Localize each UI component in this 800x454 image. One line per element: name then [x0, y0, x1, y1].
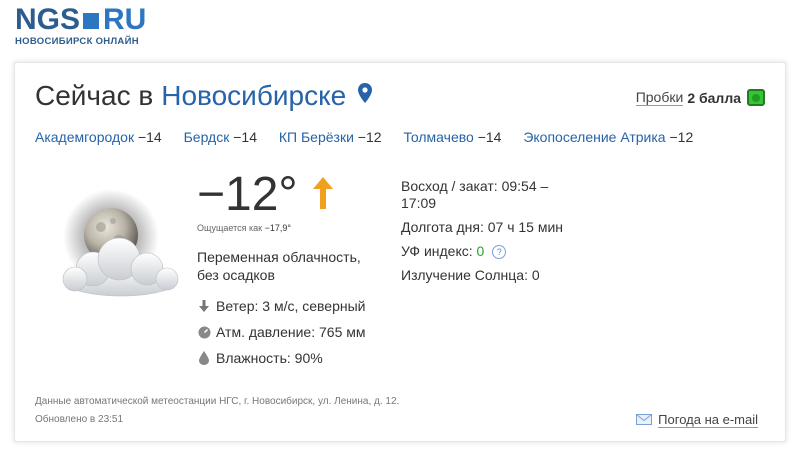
nearby-temp: −14	[137, 129, 162, 145]
email-link[interactable]: Погода на e-mail	[658, 412, 758, 428]
site-logo[interactable]: NGS RU НОВОСИБИРСК ОНЛАЙН	[15, 5, 146, 48]
nearby-list: Академгородок −14 Бердск −14 КП Берёзки …	[35, 129, 711, 145]
solar-radiation: Излучение Солнца: 0	[401, 267, 540, 283]
uv-index-row: УФ индекс: 0 ?	[401, 243, 571, 260]
title-prefix: Сейчас в	[35, 80, 154, 111]
traffic-score: 2 балла	[687, 89, 741, 106]
uv-value: 0	[476, 243, 485, 259]
nearby-item[interactable]: КП Берёзки −12	[279, 129, 382, 145]
nearby-name[interactable]: КП Берёзки	[279, 129, 354, 145]
nearby-name[interactable]: Бердск	[184, 129, 230, 145]
pressure-text: Атм. давление: 765 мм	[216, 324, 366, 340]
logo-tld: RU	[103, 3, 147, 36]
nearby-temp: −12	[669, 129, 694, 145]
current-temperature: −12°	[197, 167, 334, 223]
nearby-item[interactable]: Экопоселение Атрика −12	[523, 129, 693, 145]
moon-cloud-icon	[41, 189, 191, 309]
nearby-name[interactable]: Академгородок	[35, 129, 134, 145]
feels-label: Ощущается как	[197, 223, 263, 233]
traffic-widget[interactable]: Пробки 2 балла	[635, 89, 765, 106]
wind-text: Ветер: 3 м/с, северный	[216, 298, 366, 314]
help-icon[interactable]: ?	[492, 245, 507, 259]
wind-row: Ветер: 3 м/с, северный	[197, 293, 366, 319]
uv-label: УФ индекс:	[401, 243, 473, 259]
logo-square-icon	[83, 13, 100, 29]
arrow-up-icon	[312, 167, 334, 223]
mail-icon	[636, 413, 653, 428]
feels-value: −17,9°	[264, 223, 291, 233]
updated-time: Обновлено в 23:51	[35, 414, 124, 425]
humidity-row: Влажность: 90%	[197, 345, 366, 371]
logo-brand: NGS	[15, 3, 81, 36]
map-pin-icon[interactable]	[358, 78, 373, 110]
nearby-item[interactable]: Академгородок −14	[35, 129, 162, 145]
page-title: Сейчас в Новосибирске	[35, 78, 373, 112]
weather-details: Ветер: 3 м/с, северный Атм. давление: 76…	[197, 293, 366, 371]
day-length: Долгота дня: 07 ч 15 мин	[401, 219, 564, 235]
sunrise-sunset: Восход / закат: 09:54 – 17:09	[401, 178, 549, 211]
nearby-temp: −14	[477, 129, 502, 145]
gauge-icon	[197, 325, 211, 339]
drop-icon	[197, 351, 211, 365]
traffic-light-icon	[747, 89, 765, 106]
logo-mark: NGS RU	[15, 5, 146, 35]
city-link[interactable]: Новосибирске	[161, 80, 346, 112]
weather-description: Переменная облачность, без осадков	[197, 249, 361, 283]
feels-like: Ощущается как −17,9°	[197, 223, 291, 233]
arrow-down-icon	[197, 299, 211, 313]
weather-card: Сейчас в Новосибирске Пробки 2 балла Ака…	[14, 62, 786, 442]
nearby-temp: −12	[357, 129, 382, 145]
temperature-value: −12°	[197, 168, 298, 221]
email-subscription[interactable]: Погода на e-mail	[636, 412, 758, 428]
nearby-temp: −14	[233, 129, 257, 145]
logo-subtitle: НОВОСИБИРСК ОНЛАЙН	[15, 36, 139, 47]
nearby-item[interactable]: Бердск −14	[184, 129, 257, 145]
nearby-name[interactable]: Экопоселение Атрика	[523, 129, 665, 145]
sun-info: Восход / закат: 09:54 – 17:09 Долгота дн…	[401, 178, 571, 291]
traffic-link[interactable]: Пробки	[635, 89, 684, 106]
pressure-row: Атм. давление: 765 мм	[197, 319, 366, 345]
nearby-name[interactable]: Толмачево	[403, 129, 473, 145]
data-source: Данные автоматической метеостанции НГС, …	[35, 396, 400, 407]
humidity-text: Влажность: 90%	[216, 350, 323, 366]
nearby-item[interactable]: Толмачево −14	[403, 129, 501, 145]
